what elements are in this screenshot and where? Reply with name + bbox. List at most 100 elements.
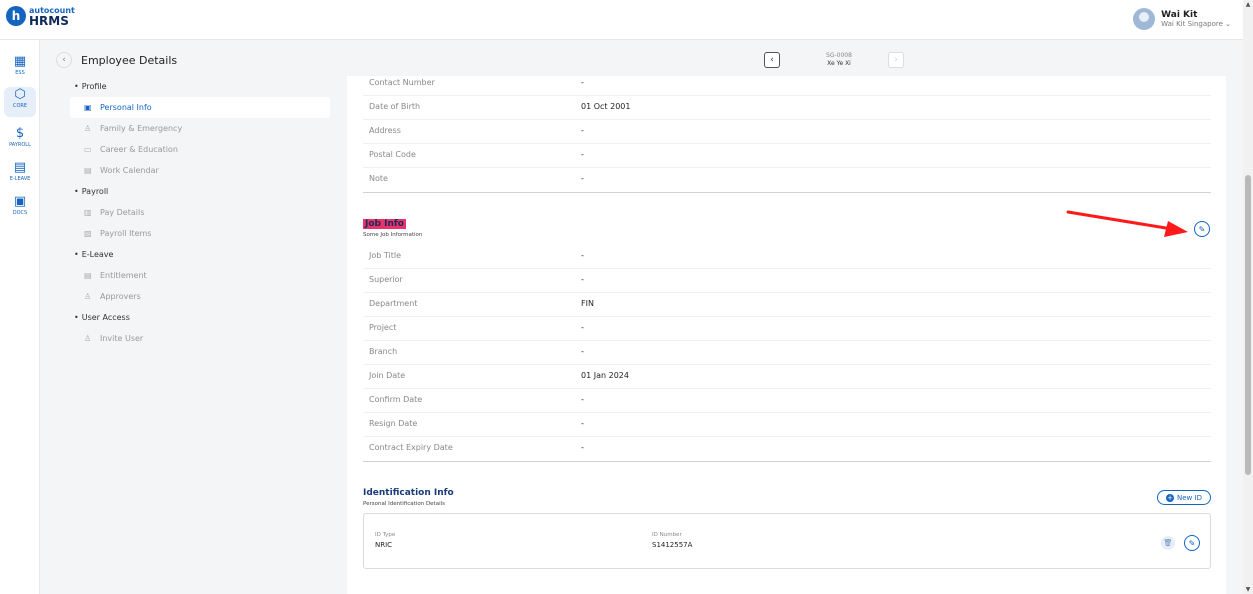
payroll-icon: $ xyxy=(15,126,25,141)
rail-item-core[interactable]: ⬡ CORE xyxy=(4,87,36,117)
edit-id-button[interactable]: ✎ xyxy=(1184,535,1200,551)
identification-info-subtitle: Personal Identification Details xyxy=(363,501,446,507)
id-number-label: ID Number xyxy=(652,532,682,538)
rail-item-payroll[interactable]: $ PAYROLL xyxy=(4,126,36,156)
docs-icon: ▣ xyxy=(13,194,27,209)
nav-section-user-access: User Access xyxy=(70,307,330,328)
nav-item-approvers[interactable]: ♙ Approvers xyxy=(70,286,330,307)
nav-item-entitlement[interactable]: ▤ Entitlement xyxy=(70,265,330,286)
field-value: - xyxy=(581,174,584,183)
calendar-icon: ▤ xyxy=(84,166,92,175)
next-employee-button[interactable]: › xyxy=(888,52,904,68)
field-row: Department FIN xyxy=(363,293,1211,317)
field-row: Contract Expiry Date - xyxy=(363,437,1211,461)
nav-item-label: Approvers xyxy=(100,292,141,301)
field-value: - xyxy=(581,275,584,284)
field-row: Job Title - xyxy=(363,245,1211,269)
field-row: Address - xyxy=(363,120,1211,144)
field-label: Branch xyxy=(369,347,398,356)
nav-item-family[interactable]: ♙ Family & Emergency xyxy=(70,118,330,139)
rail-item-docs[interactable]: ▣ DOCS xyxy=(4,194,36,224)
nav-item-label: Personal Info xyxy=(100,103,152,112)
nav-item-work-calendar[interactable]: ▤ Work Calendar xyxy=(70,160,330,181)
field-label: Contact Number xyxy=(369,78,435,87)
new-id-label: New ID xyxy=(1177,493,1202,502)
nav-item-payroll-items[interactable]: ▧ Payroll Items xyxy=(70,223,330,244)
field-row: Join Date 01 Jan 2024 xyxy=(363,365,1211,389)
rail-item-eleave[interactable]: ▤ E-LEAVE xyxy=(4,160,36,190)
page-header: ‹ Employee Details xyxy=(56,52,177,68)
trash-icon: 🗑 xyxy=(1163,539,1173,547)
nav-item-personal-info[interactable]: ▣ Personal Info xyxy=(70,97,330,118)
nav-item-invite-user[interactable]: ♙ Invite User xyxy=(70,328,330,349)
people-icon: ♙ xyxy=(84,124,92,133)
nav-item-label: Career & Education xyxy=(100,145,178,154)
field-label: Contract Expiry Date xyxy=(369,443,453,452)
rail-label: ESS xyxy=(15,70,25,76)
field-row: Project - xyxy=(363,317,1211,341)
pencil-icon: ✎ xyxy=(1188,538,1196,548)
field-value: - xyxy=(581,150,584,159)
field-value: - xyxy=(581,78,584,87)
scroll-thumb[interactable] xyxy=(1245,175,1251,475)
field-row: Resign Date - xyxy=(363,413,1211,437)
section-divider xyxy=(363,461,1211,462)
field-label: Date of Birth xyxy=(369,102,421,111)
page-scrollbar[interactable]: ▲ ▼ xyxy=(1243,0,1253,594)
field-value: - xyxy=(581,347,584,356)
field-value: - xyxy=(581,323,584,332)
field-value: FIN xyxy=(581,299,594,308)
nav-item-career[interactable]: ▭ Career & Education xyxy=(70,139,330,160)
nav-item-pay-details[interactable]: ▥ Pay Details xyxy=(70,202,330,223)
field-label: Join Date xyxy=(369,371,406,380)
previous-employee-button[interactable]: ‹ xyxy=(764,52,780,68)
nav-section-profile: Profile xyxy=(70,76,330,97)
delete-id-button[interactable]: 🗑 xyxy=(1161,536,1175,550)
field-label: Resign Date xyxy=(369,419,418,428)
calendar-icon: ▤ xyxy=(84,271,92,280)
employee-id: SG-0008 xyxy=(826,52,852,59)
people-icon: ♙ xyxy=(84,292,92,301)
id-type-value: NRIC xyxy=(375,541,393,549)
field-label: Confirm Date xyxy=(369,395,423,404)
field-value: - xyxy=(581,126,584,135)
field-value: 01 Oct 2001 xyxy=(581,102,631,111)
chevron-left-icon: ‹ xyxy=(770,55,774,65)
ess-icon: ▦ xyxy=(13,54,27,69)
chevron-left-icon: ‹ xyxy=(62,55,66,65)
field-value: 01 Jan 2024 xyxy=(581,371,629,380)
app-logo[interactable]: h autocount HRMS xyxy=(6,6,75,28)
nav-item-label: Family & Emergency xyxy=(100,124,183,133)
field-label: Project xyxy=(369,323,397,332)
field-value: - xyxy=(581,395,584,404)
nav-item-label: Pay Details xyxy=(100,208,145,217)
people-icon: ♙ xyxy=(84,334,92,343)
edit-job-info-button[interactable]: ✎ xyxy=(1194,221,1210,237)
rail-label: CORE xyxy=(12,103,28,109)
briefcase-icon: ▭ xyxy=(84,145,92,154)
field-row: Contact Number - xyxy=(363,72,1211,96)
field-row: Note - xyxy=(363,168,1211,192)
new-id-button[interactable]: + New ID xyxy=(1157,490,1211,505)
scroll-down-icon[interactable]: ▼ xyxy=(1244,586,1252,593)
id-number-value: S1412557A xyxy=(652,541,693,549)
brand-bottom: HRMS xyxy=(29,14,69,28)
nav-item-label: Payroll Items xyxy=(100,229,152,238)
nav-item-label: Work Calendar xyxy=(100,166,159,175)
rail-label: E-LEAVE xyxy=(9,176,31,182)
details-panel: Contact Number - Date of Birth 01 Oct 2001… xyxy=(347,76,1226,594)
avatar xyxy=(1133,8,1156,30)
user-menu[interactable]: Wai Kit Wai Kit Singapore ⌄ xyxy=(1133,8,1231,30)
id-card-icon: ▣ xyxy=(84,103,92,112)
bank-icon: ▥ xyxy=(84,208,92,217)
scroll-up-icon[interactable]: ▲ xyxy=(1244,1,1252,8)
back-button[interactable]: ‹ xyxy=(56,52,72,68)
nav-item-label: Entitlement xyxy=(100,271,147,280)
page-title: Employee Details xyxy=(81,53,178,67)
section-divider xyxy=(363,192,1211,193)
employee-navigator: ‹ SG-0008 Xe Ye Xi › xyxy=(764,52,904,72)
section-nav: Profile ▣ Personal Info ♙ Family & Emergen… xyxy=(70,76,330,349)
top-bar: h autocount HRMS Wai Kit Wai Kit Singapo… xyxy=(0,0,1253,40)
rail-item-ess[interactable]: ▦ ESS xyxy=(4,54,36,84)
job-info-title: Job Info xyxy=(363,219,406,229)
